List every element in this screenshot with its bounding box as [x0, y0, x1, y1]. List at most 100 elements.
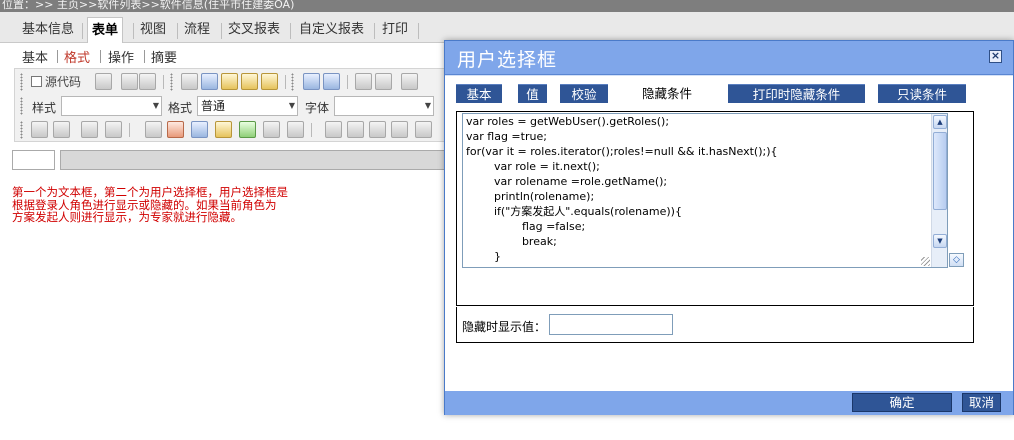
dialog-tab-hide-condition[interactable]: 隐藏条件	[625, 84, 709, 103]
tab-basic-info[interactable]: 基本信息	[18, 17, 78, 43]
toolbar-row-1: 源代码	[15, 70, 446, 94]
user-select-field[interactable]	[60, 150, 445, 170]
scroll-thumb[interactable]	[933, 132, 947, 210]
toolbar-grip[interactable]	[20, 73, 23, 91]
subtab-action[interactable]: 操作	[108, 47, 134, 66]
subtab-format[interactable]: 格式	[64, 47, 90, 66]
cut-icon[interactable]	[181, 73, 198, 90]
cancel-button[interactable]: 取消	[962, 393, 1001, 412]
textfield-icon[interactable]	[81, 121, 98, 138]
undo-icon[interactable]	[303, 73, 320, 90]
paste-text-icon[interactable]	[241, 73, 258, 90]
copy-icon[interactable]	[201, 73, 218, 90]
toolbar-separator	[347, 75, 348, 89]
dialog-header[interactable]: 用户选择框 ×	[445, 41, 1013, 75]
tab-separator	[418, 23, 419, 39]
include-icon[interactable]	[347, 121, 364, 138]
user-field-icon[interactable]	[191, 121, 208, 138]
dialog-footer: 确定 取消	[445, 391, 1013, 415]
attachment-icon[interactable]	[391, 121, 408, 138]
hide-condition-script-editor[interactable]: var roles = getWebUser().getRoles(); var…	[462, 113, 948, 268]
date-field-icon[interactable]	[167, 121, 184, 138]
find-icon[interactable]	[355, 73, 372, 90]
button-field-icon[interactable]	[287, 121, 304, 138]
source-icon	[31, 76, 42, 87]
dialog-tab-readonly-condition[interactable]: 只读条件	[878, 84, 966, 103]
paste-word-icon[interactable]	[261, 73, 278, 90]
radio-field-icon[interactable]	[53, 121, 70, 138]
chevron-down-icon: ▼	[288, 101, 295, 110]
preview-icon[interactable]	[121, 73, 138, 90]
code-line: }	[466, 250, 501, 263]
textarea-icon[interactable]	[105, 121, 122, 138]
source-code-button[interactable]: 源代码	[31, 73, 81, 91]
resize-grip-icon[interactable]	[921, 257, 930, 266]
dialog-body: 基本 值 校验 隐藏条件 打印时隐藏条件 只读条件 var roles = ge…	[445, 76, 1013, 391]
toolbar-grip[interactable]	[20, 121, 23, 139]
toolbar-separator	[311, 123, 312, 137]
dialog-tab-basic[interactable]: 基本	[456, 84, 502, 103]
tab-separator	[133, 23, 134, 39]
code-line: var flag =true;	[466, 130, 547, 143]
tab-cross-report[interactable]: 交叉报表	[224, 17, 284, 43]
toolbar-grip[interactable]	[20, 97, 23, 115]
tab-separator	[290, 23, 291, 39]
dialog-title: 用户选择框	[457, 49, 558, 71]
dialog-tab-value[interactable]: 值	[518, 84, 547, 103]
redo-icon[interactable]	[323, 73, 340, 90]
code-line: println(rolename);	[466, 190, 595, 203]
subtab-summary[interactable]: 摘要	[151, 47, 177, 66]
code-line: for(var it = roles.iterator();roles!=nul…	[466, 145, 778, 158]
toolbar-separator	[285, 75, 286, 89]
toolbar-grip[interactable]	[170, 73, 173, 91]
view-field-icon[interactable]	[263, 121, 280, 138]
toolbar-grip[interactable]	[291, 73, 294, 91]
style-label: 样式	[32, 101, 57, 115]
replace-icon[interactable]	[375, 73, 392, 90]
expand-editor-icon[interactable]: ◇	[949, 253, 964, 267]
select-all-icon[interactable]	[401, 73, 418, 90]
editor-toolbar: 源代码 样式 ▼ 格式 普通 ▼ 字体 ▼	[14, 68, 445, 142]
code-line: var rolename =role.getName();	[466, 175, 668, 188]
code-line: flag =false;	[466, 220, 586, 233]
style-select[interactable]: ▼	[61, 96, 162, 116]
condition-panel: var roles = getWebUser().getRoles(); var…	[456, 111, 974, 306]
tab-form[interactable]: 表单	[87, 17, 124, 43]
save-icon[interactable]	[95, 73, 112, 90]
instruction-note: 第一个为文本框，第二个为用户选择框，用户选择框是 根据登录人角色进行显示或隐藏的…	[12, 185, 288, 224]
scroll-down-icon[interactable]: ▼	[933, 234, 947, 248]
tab-flow[interactable]: 流程	[180, 17, 214, 43]
tree-field-icon[interactable]	[239, 121, 256, 138]
code-line: var role = it.next();	[466, 160, 600, 173]
checkbox-field-icon[interactable]	[31, 121, 48, 138]
text-input-field[interactable]	[12, 150, 55, 170]
select-field-icon[interactable]	[145, 121, 162, 138]
image-field-icon[interactable]	[415, 121, 432, 138]
template-icon[interactable]	[139, 73, 156, 90]
dialog-tab-validation[interactable]: 校验	[560, 84, 608, 103]
toolbar-separator	[163, 75, 164, 89]
close-icon[interactable]: ×	[989, 50, 1002, 63]
tab-custom-report[interactable]: 自定义报表	[295, 17, 368, 43]
hidden-value-label: 隐藏时显示值：	[462, 320, 547, 334]
tab-separator	[82, 23, 83, 39]
tab-view[interactable]: 视图	[136, 17, 170, 43]
line-icon[interactable]	[325, 121, 342, 138]
ok-button[interactable]: 确定	[852, 393, 952, 412]
format-select[interactable]: 普通 ▼	[197, 96, 298, 116]
code-line: break;	[466, 235, 557, 248]
page-icon[interactable]	[369, 121, 386, 138]
tab-separator	[374, 23, 375, 39]
subtab-basic[interactable]: 基本	[22, 47, 48, 66]
font-select[interactable]: ▼	[334, 96, 434, 116]
hidden-value-input[interactable]	[549, 314, 673, 335]
scroll-up-icon[interactable]: ▲	[933, 115, 947, 129]
tab-separator	[177, 23, 178, 39]
tab-print[interactable]: 打印	[378, 17, 412, 43]
code-scrollbar[interactable]: ▲ ▼	[931, 114, 947, 267]
paste-icon[interactable]	[221, 73, 238, 90]
code-line: var roles = getWebUser().getRoles();	[466, 115, 670, 128]
department-field-icon[interactable]	[215, 121, 232, 138]
font-label: 字体	[305, 101, 330, 115]
dialog-tab-print-hide-condition[interactable]: 打印时隐藏条件	[728, 84, 865, 103]
